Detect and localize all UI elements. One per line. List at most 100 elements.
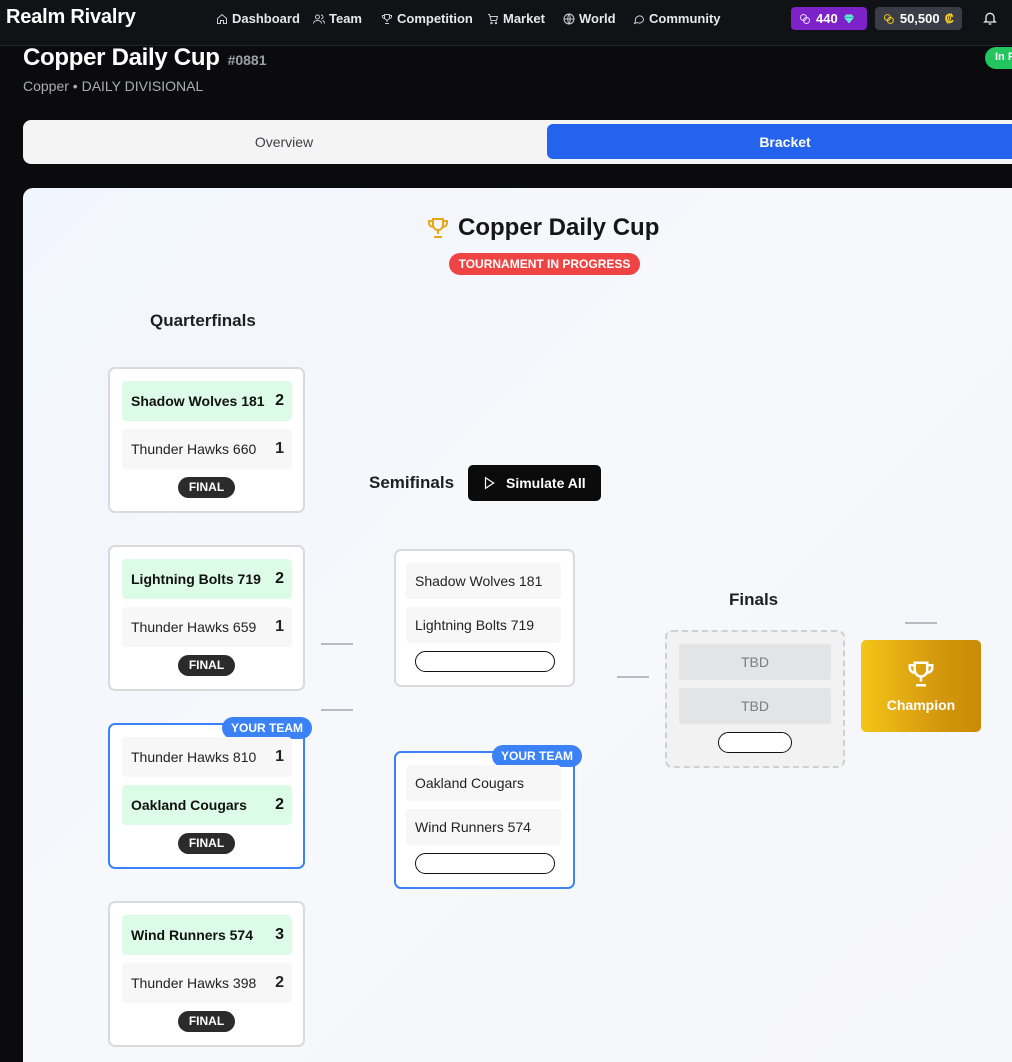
home-icon <box>217 13 227 24</box>
bell-icon[interactable] <box>982 10 998 26</box>
team-score: 2 <box>275 392 284 409</box>
globe-icon <box>563 13 575 24</box>
coin-stack-icon <box>883 13 894 24</box>
team-name: Thunder Hawks 398 <box>131 975 257 991</box>
play-icon <box>484 476 495 490</box>
team-name: Lightning Bolts 719 <box>415 617 535 633</box>
team-name: Thunder Hawks 660 <box>131 441 257 457</box>
team-name: Oakland Cougars <box>131 797 247 813</box>
team-row-winner[interactable]: Shadow Wolves 181 2 <box>122 381 292 421</box>
team-name: Wind Runners 574 <box>415 819 531 835</box>
team-name: Oakland Cougars <box>415 775 524 791</box>
nav-community[interactable]: Community <box>633 11 721 26</box>
coins-balance[interactable]: 50,500 ₡ <box>875 7 962 30</box>
tab-bracket[interactable]: Bracket <box>547 124 1012 159</box>
nav-dashboard-label: Dashboard <box>232 11 300 26</box>
team-score: 1 <box>275 440 284 457</box>
trophy-icon <box>908 661 934 687</box>
final-pending-button[interactable] <box>718 732 792 753</box>
champion-label: Champion <box>886 697 956 713</box>
nav-community-label: Community <box>649 11 721 26</box>
match-card-sf2[interactable]: YOUR TEAM Oakland Cougars Wind Runners 5… <box>394 745 582 889</box>
team-row[interactable]: Shadow Wolves 181 <box>406 563 561 599</box>
tbd-slot: TBD <box>679 688 831 724</box>
team-row-winner[interactable]: Lightning Bolts 719 2 <box>122 559 292 599</box>
match-final-badge: FINAL <box>178 1011 235 1032</box>
nav-team[interactable]: Team <box>313 11 362 26</box>
match-pending-button[interactable]: Tournament Start <box>415 651 555 672</box>
team-score: 2 <box>275 570 284 587</box>
nav-competition-label: Competition <box>397 11 473 26</box>
tournament-id: #0881 <box>227 52 267 68</box>
nav-market[interactable]: Market <box>487 11 545 26</box>
team-name: Lightning Bolts 719 <box>131 571 261 587</box>
nav-market-label: Market <box>503 11 545 26</box>
page-header: Copper Daily Cup #0881 <box>23 44 267 72</box>
team-score: 2 <box>275 974 284 991</box>
users-icon <box>313 14 325 24</box>
chat-icon <box>633 14 645 24</box>
bracket-title-text: Copper Daily Cup <box>458 214 660 241</box>
nav-competition[interactable]: Competition <box>381 11 473 26</box>
gems-balance[interactable]: 440 <box>791 7 867 30</box>
tournament-status-badge: TOURNAMENT IN PROGRESS <box>449 253 640 275</box>
team-row[interactable]: Thunder Hawks 660 1 <box>122 429 292 469</box>
status-badge: In Progress <box>985 47 1012 69</box>
match-card-final[interactable]: TBD TBD <box>665 630 845 768</box>
trophy-icon <box>382 13 392 24</box>
top-nav: Realm Rivalry Dashboard Team Competition… <box>0 0 1012 46</box>
bracket-connector <box>321 643 353 645</box>
bracket-connector <box>321 709 353 711</box>
match-card-sf1[interactable]: Shadow Wolves 181 Lightning Bolts 719 To… <box>394 549 575 687</box>
team-name: Thunder Hawks 659 <box>131 619 257 635</box>
nav-world-label: World <box>579 11 616 26</box>
team-row[interactable]: Wind Runners 574 <box>406 809 561 845</box>
match-card-qf1[interactable]: Shadow Wolves 181 2 Thunder Hawks 660 1 … <box>108 367 305 513</box>
tbd-slot: TBD <box>679 644 831 680</box>
page-subtitle: Copper • DAILY DIVISIONAL <box>23 78 204 94</box>
match-pending-button[interactable]: Tournament Start <box>415 853 555 874</box>
credit-symbol: ₡ <box>944 11 954 26</box>
simulate-all-label: Simulate All <box>506 475 586 491</box>
brand-logo[interactable]: Realm Rivalry <box>6 6 136 29</box>
tab-overview[interactable]: Overview <box>23 124 545 159</box>
nav-team-label: Team <box>329 11 362 26</box>
your-team-badge: YOUR TEAM <box>492 745 582 767</box>
team-name: Shadow Wolves 181 <box>131 393 265 409</box>
team-name: Thunder Hawks 810 <box>131 749 257 765</box>
team-row[interactable]: Lightning Bolts 719 <box>406 607 561 643</box>
team-row-winner[interactable]: Wind Runners 574 3 <box>122 915 292 955</box>
gem-stack-icon <box>800 13 810 24</box>
tab-bar: Overview Bracket <box>23 120 1012 164</box>
diamond-icon <box>843 14 854 23</box>
match-card-qf3[interactable]: YOUR TEAM Thunder Hawks 810 1 Oakland Co… <box>108 717 312 869</box>
team-row-winner[interactable]: Oakland Cougars 2 <box>122 785 292 825</box>
trophy-icon <box>428 218 448 238</box>
team-row[interactable]: Thunder Hawks 659 1 <box>122 607 292 647</box>
round-label-semifinals: Semifinals <box>369 473 455 492</box>
bracket-connector <box>617 676 649 678</box>
team-score: 1 <box>275 618 284 635</box>
match-final-badge: FINAL <box>178 833 235 854</box>
gems-count: 440 <box>816 11 838 26</box>
nav-dashboard[interactable]: Dashboard <box>216 11 300 26</box>
bracket-connector <box>905 622 937 624</box>
team-row[interactable]: Oakland Cougars <box>406 765 561 801</box>
page-title: Copper Daily Cup <box>23 44 220 71</box>
simulate-all-button[interactable]: Simulate All <box>468 465 601 501</box>
nav-world[interactable]: World <box>563 11 616 26</box>
team-name: Shadow Wolves 181 <box>415 573 543 589</box>
match-card-qf4[interactable]: Wind Runners 574 3 Thunder Hawks 398 2 F… <box>108 901 305 1047</box>
match-card-qf2[interactable]: Lightning Bolts 719 2 Thunder Hawks 659 … <box>108 545 305 691</box>
team-row[interactable]: Thunder Hawks 810 1 <box>122 737 292 777</box>
champion-box: Champion <box>861 640 981 732</box>
match-final-badge: FINAL <box>178 655 235 676</box>
round-label-finals: Finals <box>729 590 779 609</box>
coins-count: 50,500 <box>899 11 940 26</box>
your-team-badge: YOUR TEAM <box>222 717 312 739</box>
match-final-badge: FINAL <box>178 477 235 498</box>
team-row[interactable]: Thunder Hawks 398 2 <box>122 963 292 1003</box>
team-name: Wind Runners 574 <box>131 927 254 943</box>
bracket-title: Copper Daily Cup <box>426 214 659 242</box>
team-score: 1 <box>275 748 284 765</box>
